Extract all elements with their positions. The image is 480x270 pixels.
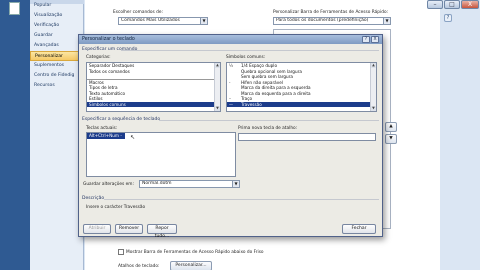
arrow-up-icon: ▲ [389, 124, 393, 129]
current-key-item[interactable]: Alt+Ctrl+Num - [87, 133, 125, 139]
question-icon: ? [364, 37, 368, 42]
categories-label: Categorias: [86, 55, 111, 60]
assign-button[interactable]: Atribuir [83, 224, 111, 234]
close-icon: X [373, 37, 377, 42]
divider [121, 50, 379, 51]
sidebar-item-2[interactable]: Visualização [30, 11, 84, 21]
chevron-down-icon: ▼ [232, 181, 239, 187]
symbol-glyph: ¼ [229, 63, 233, 68]
app-left-strip [0, 0, 30, 270]
divider [159, 120, 379, 121]
current-keys-label: Teclas actuais: [86, 126, 118, 131]
symbol-label: 1/4 Espaço duplo [241, 63, 278, 68]
show-qat-below-label: Mostrar Barra de Ferramentas de Acesso R… [126, 250, 264, 255]
document-icon [9, 2, 20, 15]
close-button[interactable]: X [461, 0, 479, 9]
choose-commands-label: Escolher comandos de: [113, 10, 163, 15]
sidebar-item-8[interactable]: Centro de Fidedig [30, 71, 84, 81]
show-qat-below-checkbox[interactable] [118, 249, 124, 255]
symbol-item[interactable]: — Travessão [227, 101, 376, 107]
current-keys-list[interactable]: Alt+Ctrl+Num - ↖ [86, 132, 236, 177]
mouse-cursor-icon: ↖ [130, 134, 136, 141]
symbol-label: Sem quebra sem largura [241, 74, 293, 79]
help-icon[interactable]: ? [444, 14, 452, 22]
symbol-glyph: — [229, 101, 233, 107]
scrollbar[interactable]: ▲ ▼ [214, 63, 220, 111]
move-down-button[interactable]: ▼ [385, 134, 397, 144]
description-label: Descrição [82, 196, 105, 201]
minimize-button[interactable]: – [427, 0, 443, 9]
maximize-button[interactable]: □ [444, 0, 460, 9]
sidebar-item-3[interactable]: Verificação [30, 21, 84, 31]
dialog-titlebar: Personalizar o teclado [79, 35, 382, 44]
customize-qat-combo[interactable]: Para todos os documentos (predefinição) … [273, 17, 391, 25]
right-strip [440, 0, 480, 270]
category-item[interactable]: Símbolos comuns [87, 101, 220, 107]
customize-keyboard-button[interactable]: Personalizar... [170, 261, 212, 270]
sidebar-item-9[interactable]: Recursos [30, 81, 84, 91]
scrollbar[interactable]: ▲ ▼ [370, 63, 376, 111]
dialog-title: Personalizar o teclado [82, 37, 135, 42]
sidebar-item-6[interactable]: Personalizar [30, 51, 84, 61]
customize-keyboard-dialog: Personalizar o teclado ? X Especificar u… [78, 34, 383, 239]
keyboard-sequence-label: Especificar a sequência de teclado [82, 117, 161, 122]
save-changes-label: Guardar alterações em: [83, 182, 134, 187]
symbol-label: Traço [241, 96, 253, 101]
symbol-label: Quebra opcional sem largura [241, 68, 302, 74]
save-changes-combo[interactable]: Normal.dotm ▼ [139, 180, 240, 188]
scroll-up-icon[interactable]: ▲ [215, 63, 220, 68]
options-sidebar: Popular Visualização Verificação Guardar Ava… [30, 0, 84, 270]
remove-button[interactable]: Remover [115, 224, 143, 234]
arrow-down-icon: ▼ [389, 136, 393, 141]
common-symbols-label: Símbolos comuns: [226, 55, 266, 60]
scroll-down-icon[interactable]: ▼ [215, 106, 220, 111]
keyboard-shortcuts-label: Atalhos de teclado: [118, 264, 160, 269]
symbol-label: Travessão [241, 101, 262, 107]
new-shortcut-input[interactable] [238, 133, 376, 141]
sidebar-item-4[interactable]: Guardar [30, 31, 84, 41]
close-icon: X [467, 1, 473, 8]
scroll-down-icon[interactable]: ▼ [371, 106, 376, 111]
symbols-list[interactable]: ¼ 1/4 Espaço duplo Quebra opcional sem lar… [226, 62, 377, 112]
divider [104, 199, 379, 200]
choose-commands-combo[interactable]: Comandos Mais Utilizados ▼ [118, 17, 208, 25]
sidebar-item-5[interactable]: Avançadas [30, 41, 84, 51]
dialog-help-button[interactable]: ? [362, 36, 370, 43]
symbol-label: Marca da direita para a esquerda [241, 85, 311, 90]
minimize-icon: – [433, 1, 437, 8]
description-text: Insere o carácter Travessão [86, 205, 146, 210]
sidebar-item-7[interactable]: Suplementos [30, 61, 84, 71]
close-dialog-button[interactable]: Fechar [342, 224, 376, 234]
reset-all-button[interactable]: Repor tudo... [147, 224, 177, 239]
maximize-icon: □ [449, 1, 455, 8]
dialog-close-button[interactable]: X [371, 36, 379, 43]
chevron-down-icon: ▼ [383, 18, 390, 24]
customize-qat-label: Personalizar Barra de Ferramentas de Ace… [273, 10, 389, 15]
move-up-button[interactable]: ▲ [385, 122, 397, 132]
categories-list[interactable]: Separador Destaques Todos os comandos Macr… [86, 62, 221, 112]
symbol-label: Marca da esquerda para a direita [241, 90, 311, 96]
new-shortcut-label: Prima nova tecla de atalho: [238, 126, 298, 131]
sidebar-item-1[interactable]: Popular [30, 1, 84, 11]
symbol-label: Hífen não separável [241, 79, 283, 85]
scroll-up-icon[interactable]: ▲ [371, 63, 376, 68]
chevron-down-icon: ▼ [200, 18, 207, 24]
